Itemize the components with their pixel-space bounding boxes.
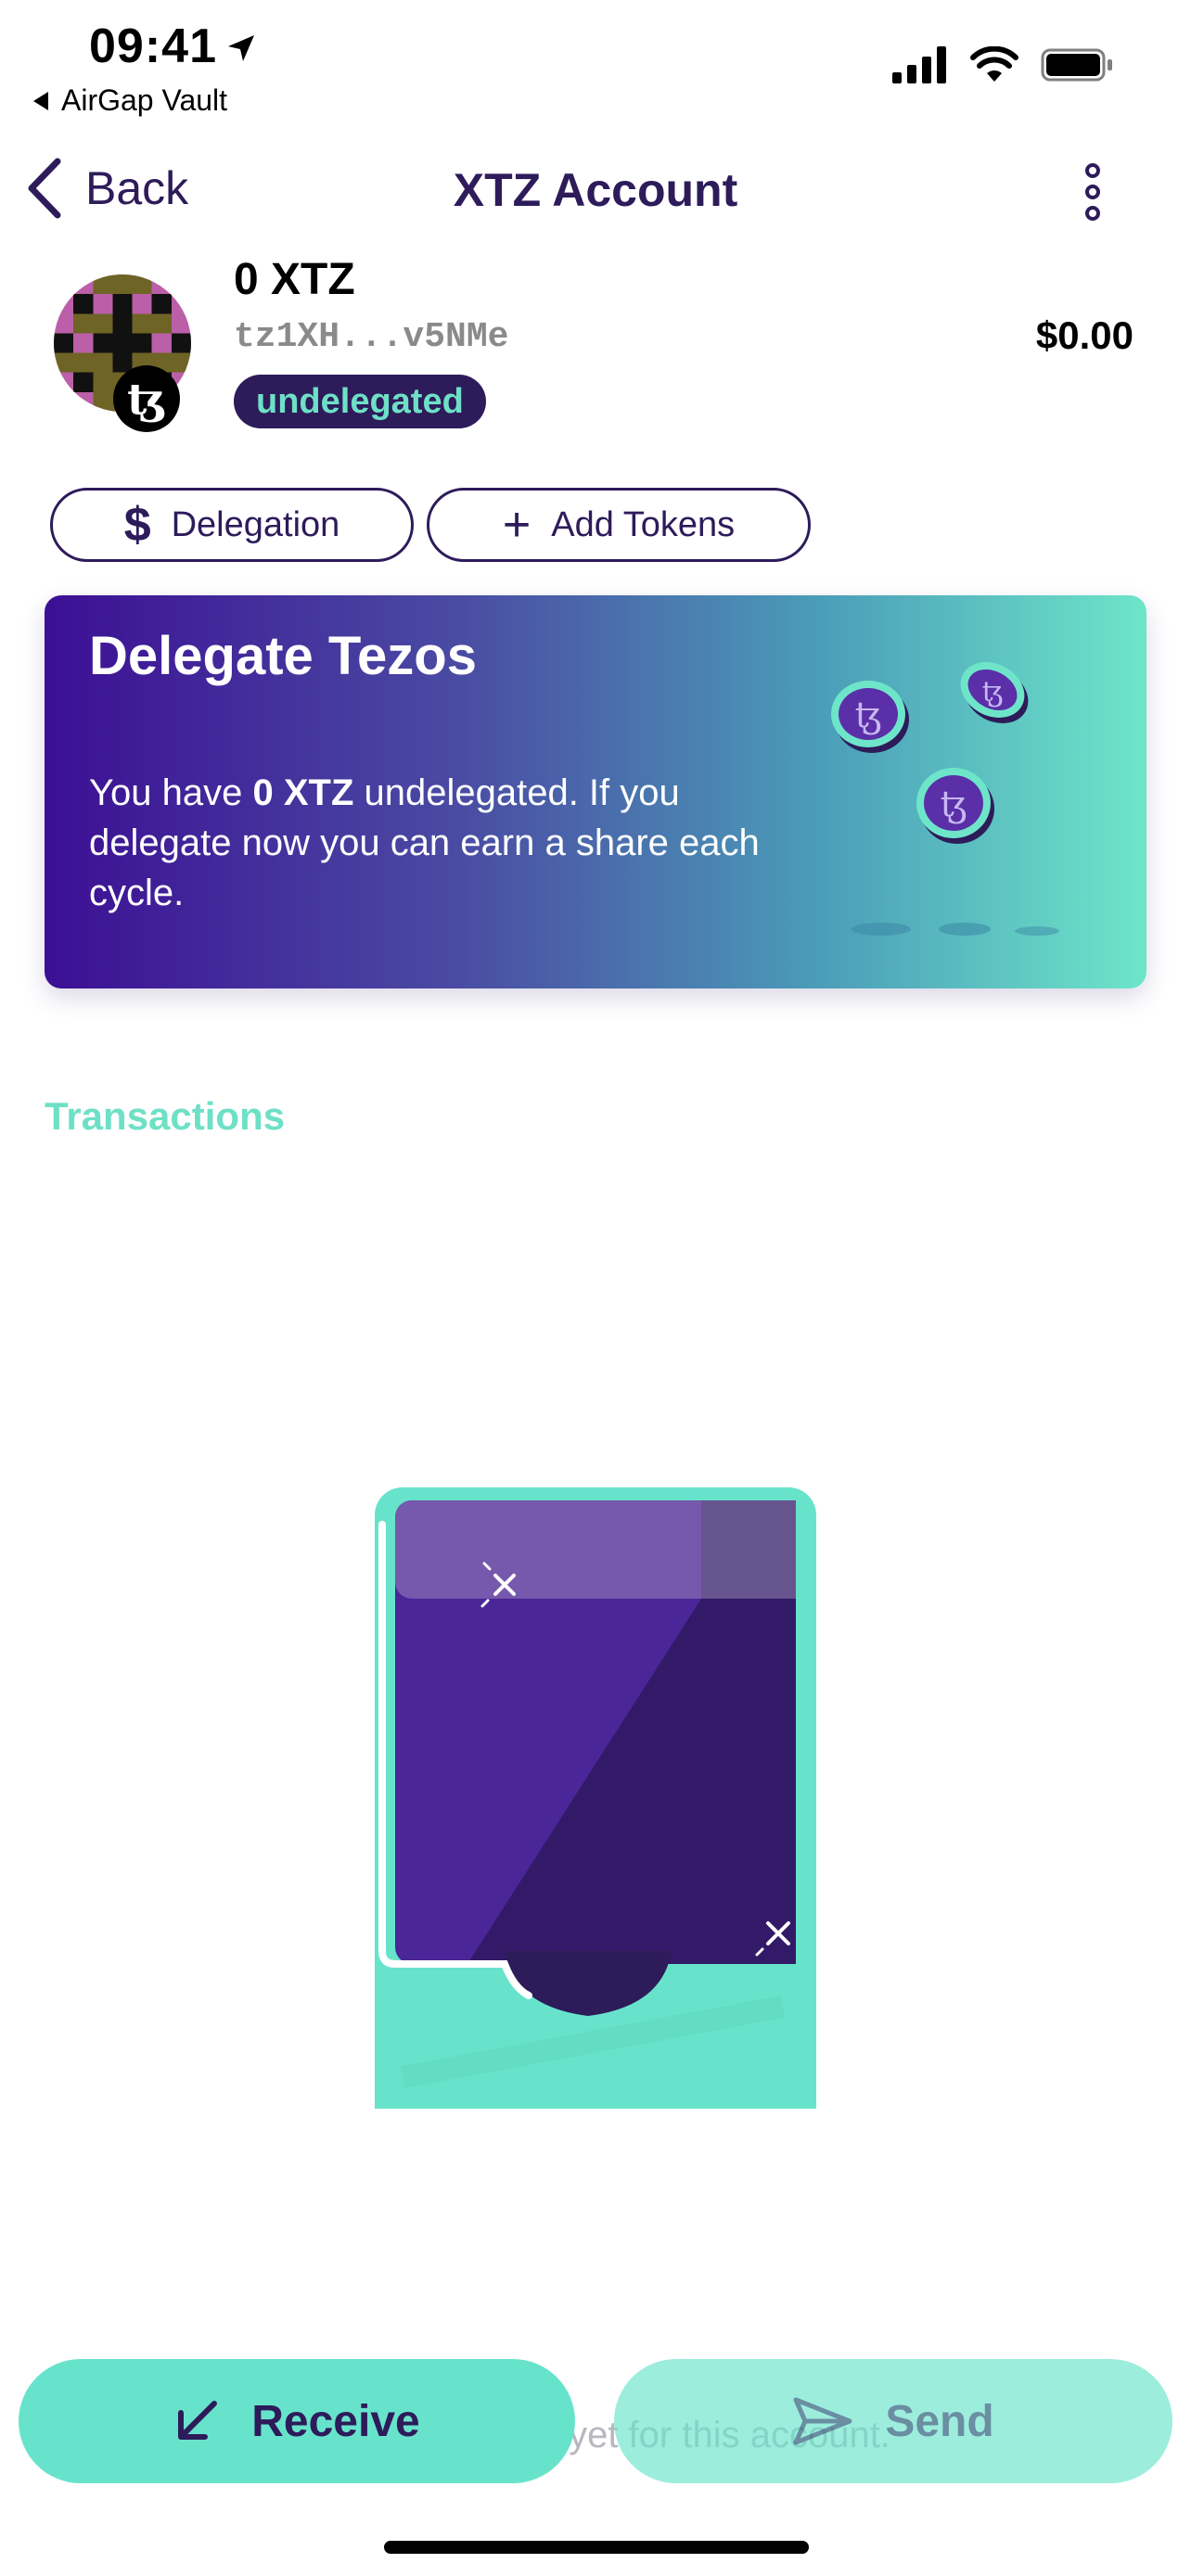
status-icons xyxy=(892,46,1115,83)
back-triangle-icon xyxy=(33,91,48,110)
account-balance: 0 XTZ xyxy=(234,255,355,304)
svg-text:ꜩ: ꜩ xyxy=(982,676,1004,708)
back-to-app-link[interactable]: AirGap Vault xyxy=(33,83,227,118)
banner-text-prefix: You have xyxy=(89,772,253,813)
delegation-status-badge: undelegated xyxy=(234,375,486,428)
delegation-button[interactable]: $ Delegation xyxy=(50,488,414,562)
receive-label: Receive xyxy=(251,2396,420,2446)
dollar-icon: $ xyxy=(123,498,151,552)
battery-icon xyxy=(1041,48,1112,82)
tezos-badge-icon: ꜩ xyxy=(113,365,180,432)
arrow-down-left-icon xyxy=(178,2401,218,2440)
add-tokens-button[interactable]: + Add Tokens xyxy=(427,488,811,562)
fiat-value: $0.00 xyxy=(1035,313,1133,357)
coin-icon: ꜩ xyxy=(831,681,909,753)
banner-text-amount: 0 XTZ xyxy=(252,772,354,813)
back-app-label: AirGap Vault xyxy=(61,83,228,117)
send-label: Send xyxy=(885,2396,994,2446)
banner-title: Delegate Tezos xyxy=(89,626,477,686)
receive-button[interactable]: Receive xyxy=(19,2359,575,2483)
banner-text: You have 0 XTZ undelegated. If you deleg… xyxy=(89,768,794,918)
tezos-coins-illustration: ꜩ ꜩ ꜩ xyxy=(831,662,1059,936)
send-plane-icon xyxy=(793,2397,852,2445)
wifi-icon xyxy=(970,46,1018,82)
cellular-signal-icon xyxy=(892,46,946,83)
svg-text:ꜩ: ꜩ xyxy=(855,695,882,735)
coin-icon: ꜩ xyxy=(960,662,1029,723)
page-title: XTZ Account xyxy=(453,164,738,216)
location-arrow-icon xyxy=(228,35,254,61)
home-indicator[interactable] xyxy=(384,2541,809,2554)
empty-wallet-illustration xyxy=(375,1487,816,2109)
delegate-banner[interactable]: Delegate Tezos You have 0 XTZ undelegate… xyxy=(45,595,1146,988)
delegation-label: Delegation xyxy=(171,504,340,544)
status-time: 09:41 xyxy=(89,19,217,73)
account-address[interactable]: tz1XH...v5NMe xyxy=(234,317,508,357)
transactions-title: Transactions xyxy=(45,1094,286,1138)
svg-text:ꜩ: ꜩ xyxy=(941,784,967,824)
add-tokens-label: Add Tokens xyxy=(551,504,736,544)
coin-icon: ꜩ xyxy=(916,768,994,844)
more-vertical-icon[interactable] xyxy=(1076,163,1109,221)
plus-icon: + xyxy=(502,498,531,552)
send-button[interactable]: Send xyxy=(614,2359,1172,2483)
account-page: 09:41 AirGap Vault Back XTZ Account ꜩ 0 … xyxy=(0,0,1191,2576)
